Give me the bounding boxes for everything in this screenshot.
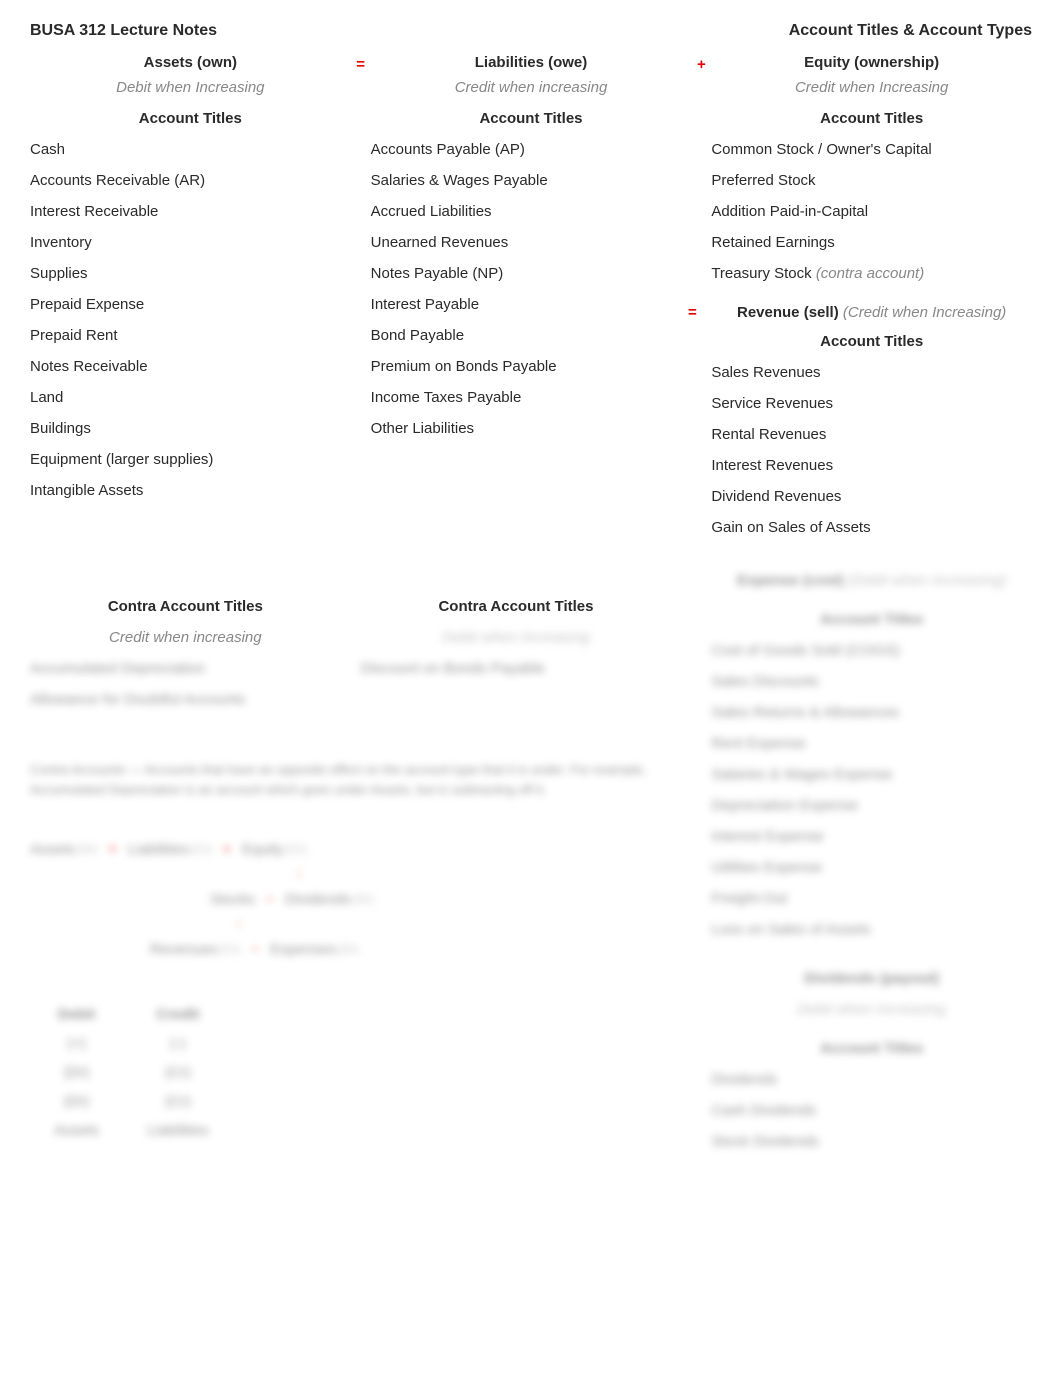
list-item: Dividends <box>711 1069 1032 1090</box>
assets-rule: Debit when Increasing <box>30 77 351 98</box>
list-item: Accrued Liabilities <box>371 201 692 222</box>
list-item: Preferred Stock <box>711 170 1032 191</box>
list-item: Notes Payable (NP) <box>371 263 692 284</box>
equity-section-title: Account Titles <box>711 108 1032 129</box>
dc-table-head-credit: Credit <box>123 1000 233 1029</box>
contra-note-paragraph: Contra Accounts — Accounts that have an … <box>30 760 671 799</box>
dc-table-head-debit: Debit <box>30 1000 123 1029</box>
treasury-stock-label: Treasury Stock <box>711 265 811 282</box>
list-item: Cash <box>30 139 351 160</box>
list-item: Cash Dividends <box>711 1100 1032 1121</box>
list-item: Service Revenues <box>711 393 1032 414</box>
list-item: Retained Earnings <box>711 232 1032 253</box>
revenue-note: (Credit when Increasing) <box>843 304 1006 321</box>
list-item: Interest Payable <box>371 294 692 315</box>
accounting-equation-line3: ↑ <box>30 914 671 935</box>
list-item: Sales Discounts <box>711 671 1032 692</box>
list-item: Stock Dividends <box>711 1131 1032 1152</box>
equity-column: Equity (ownership) Credit when Increasin… <box>711 52 1032 548</box>
list-item: Freight-Out <box>711 888 1032 909</box>
treasury-stock-note: (contra account) <box>816 265 924 282</box>
expense-section-title: Account Titles <box>711 609 1032 630</box>
accounting-equation-line3b: Revenues (Cr) − Expenses (Dr) <box>30 939 671 960</box>
dividends-heading: Dividends (payout) <box>711 968 1032 989</box>
list-item: Dividend Revenues <box>711 486 1032 507</box>
list-item: Addition Paid-in-Capital <box>711 201 1032 222</box>
debit-credit-table: Debit Credit (+)(-) (Dr)(Cr) (Dr)(Cr) As… <box>30 1000 233 1145</box>
list-item: Rent Expense <box>711 733 1032 754</box>
lower-left-block: Contra Account Titles Credit when increa… <box>30 558 671 1162</box>
list-item: Salaries & Wages Expense <box>711 764 1032 785</box>
list-item: Accounts Receivable (AR) <box>30 170 351 191</box>
contra-liabilities-column: Contra Account Titles Debit when increas… <box>361 588 672 720</box>
liabilities-rule: Credit when increasing <box>371 77 692 98</box>
assets-column: Assets (own) Debit when Increasing Accou… <box>30 52 351 548</box>
list-item: Unearned Revenues <box>371 232 692 253</box>
expense-note: (Debit when Increasing) <box>848 572 1006 589</box>
list-item: Utilities Expense <box>711 857 1032 878</box>
list-item: Accounts Payable (AP) <box>371 139 692 160</box>
list-item: Discount on Bonds Payable <box>361 658 672 679</box>
list-item: Rental Revenues <box>711 424 1032 445</box>
list-item: Interest Expense <box>711 826 1032 847</box>
equity-rule: Credit when Increasing <box>711 77 1032 98</box>
equals-operator-revenue: = <box>683 302 701 323</box>
list-item: Salaries & Wages Payable <box>371 170 692 191</box>
list-item: Sales Revenues <box>711 362 1032 383</box>
list-item: Equipment (larger supplies) <box>30 449 351 470</box>
list-item: Inventory <box>30 232 351 253</box>
equals-operator: = <box>351 52 371 548</box>
list-item: Land <box>30 387 351 408</box>
dividends-section-title: Account Titles <box>711 1038 1032 1059</box>
revenue-heading: Revenue (sell) <box>737 304 839 321</box>
list-item: Income Taxes Payable <box>371 387 692 408</box>
revenue-section-title: Account Titles <box>711 331 1032 352</box>
contra-assets-column: Contra Account Titles Credit when increa… <box>30 588 341 720</box>
list-item: Cost of Goods Sold (COGS) <box>711 640 1032 661</box>
list-item: Depreciation Expense <box>711 795 1032 816</box>
liabilities-heading: Liabilities (owe) <box>371 52 692 73</box>
list-item: Intangible Assets <box>30 480 351 501</box>
accounting-equation-line2: ↑ <box>30 864 671 885</box>
list-item: Bond Payable <box>371 325 692 346</box>
list-item: Premium on Bonds Payable <box>371 356 692 377</box>
plus-operator: + <box>691 52 711 548</box>
liabilities-column: Liabilities (owe) Credit when increasing… <box>371 52 692 548</box>
page-title-right: Account Titles & Account Types <box>789 20 1032 42</box>
accounting-equation-line1: Assets (Dr) = Liabilities (Cr) + Equity … <box>30 839 671 860</box>
contra-liab-title: Contra Account Titles <box>361 596 672 617</box>
list-item: Gain on Sales of Assets <box>711 517 1032 538</box>
list-item: Supplies <box>30 263 351 284</box>
list-item: Loss on Sales of Assets <box>711 919 1032 940</box>
liabilities-section-title: Account Titles <box>371 108 692 129</box>
list-item: Prepaid Rent <box>30 325 351 346</box>
list-item: Other Liabilities <box>371 418 692 439</box>
list-item: Notes Receivable <box>30 356 351 377</box>
list-item: Sales Returns & Allowances <box>711 702 1032 723</box>
contra-assets-rule: Credit when increasing <box>30 627 341 648</box>
contra-liab-rule: Debit when increasing <box>361 627 672 648</box>
list-item: Buildings <box>30 418 351 439</box>
equity-heading: Equity (ownership) <box>711 52 1032 73</box>
list-item: Treasury Stock (contra account) <box>711 263 1032 284</box>
assets-heading: Assets (own) <box>30 52 351 73</box>
page-title-left: BUSA 312 Lecture Notes <box>30 20 217 42</box>
expense-heading: Expense (cost) <box>737 572 844 589</box>
accounting-equation-line2b: Stocks − Dividends (Dr) <box>30 889 671 910</box>
assets-section-title: Account Titles <box>30 108 351 129</box>
list-item: Allowance for Doubtful Accounts <box>30 689 341 710</box>
list-item: Common Stock / Owner's Capital <box>711 139 1032 160</box>
list-item: Prepaid Expense <box>30 294 351 315</box>
list-item: Accumulated Depreciation <box>30 658 341 679</box>
list-item: Interest Receivable <box>30 201 351 222</box>
contra-assets-title: Contra Account Titles <box>30 596 341 617</box>
list-item: Interest Revenues <box>711 455 1032 476</box>
lower-right-block: Expense (cost) (Debit when Increasing) A… <box>711 570 1032 1162</box>
dividends-rule: Debit when Increasing <box>711 999 1032 1020</box>
